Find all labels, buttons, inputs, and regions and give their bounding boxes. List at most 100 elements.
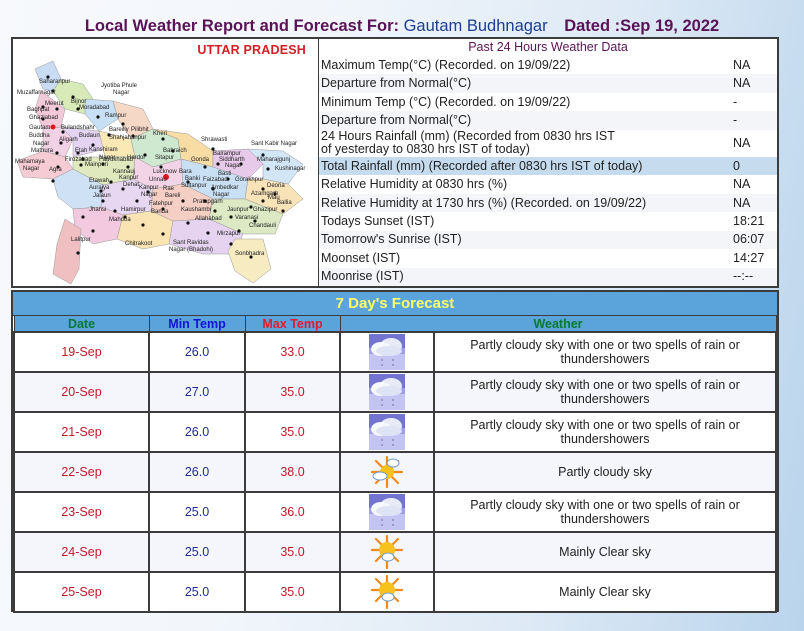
past-row-min-temp: Minimum Temp (°C) (Recorded. on 19/09/22…: [319, 93, 777, 111]
svg-text:Kheri: Kheri: [153, 131, 167, 137]
forecast-weather-icon-cell: [339, 411, 435, 453]
forecast-row: 23-Sep 25.0 36.0 Partly cloudy sky with on…: [13, 491, 777, 533]
row-label: Relative Humidity at 0830 hrs (%): [321, 177, 508, 192]
svg-text:Jalaun: Jalaun: [93, 193, 111, 199]
svg-text:Bulandshahr: Bulandshahr: [61, 125, 95, 131]
title-prefix: Local Weather Report and Forecast For:: [84, 17, 399, 35]
row-label: Departure from Normal(°C): [321, 112, 472, 127]
svg-text:Agra: Agra: [49, 167, 62, 173]
row-label: Relative Humidity at 1730 hrs (%) (Recor…: [321, 195, 647, 210]
svg-text:Mahamaya: Mahamaya: [15, 159, 45, 165]
forecast-min-temp: 26.0: [148, 451, 246, 493]
svg-text:Sonbhadra: Sonbhadra: [235, 251, 265, 257]
svg-text:Bareilly: Bareilly: [109, 127, 129, 133]
svg-text:Sitapur: Sitapur: [155, 155, 174, 161]
svg-text:Rampur: Rampur: [105, 113, 126, 119]
past-row-max-departure: Departure from Normal(°C) NA: [319, 74, 777, 93]
row-label-line2: of yesterday to 0830 hrs IST of today): [321, 142, 530, 157]
svg-text:Etawah: Etawah: [89, 178, 109, 184]
past-24-hours-panel: Past 24 Hours Weather Data Maximum Temp(…: [319, 39, 777, 286]
svg-text:Bareli: Bareli: [165, 193, 180, 199]
forecast-date: 19-Sep: [13, 331, 150, 373]
svg-text:Sant Ravidas: Sant Ravidas: [173, 240, 209, 246]
row-label: Maximum Temp(°C) (Recorded. on 19/09/22): [321, 57, 571, 72]
report-top-panel: Saharanpur Muzaffarnagar Jyotiba Phule Na…: [11, 37, 779, 288]
forecast-date: 24-Sep: [13, 531, 150, 573]
forecast-max-temp: 35.0: [244, 371, 341, 413]
rain-cloud-icon: [341, 373, 433, 411]
svg-text:Rae: Rae: [163, 186, 175, 192]
svg-text:Maharajgunj: Maharajgunj: [257, 157, 290, 163]
forecast-max-temp: 35.0: [244, 531, 341, 573]
svg-text:Gorakhpur: Gorakhpur: [235, 177, 263, 183]
svg-text:Farrukhabad: Farrukhabad: [99, 157, 133, 163]
svg-text:Kanpur: Kanpur: [119, 175, 138, 181]
row-value: NA: [733, 57, 751, 72]
row-label: Moonset (IST): [321, 250, 401, 265]
forecast-date: 23-Sep: [13, 491, 150, 533]
svg-text:Gonda: Gonda: [191, 157, 210, 163]
svg-text:Dehat: Dehat: [123, 182, 139, 188]
forecast-min-temp: 25.0: [148, 491, 246, 533]
svg-text:Lalitpur: Lalitpur: [71, 237, 91, 243]
svg-text:Aligarh: Aligarh: [59, 137, 78, 143]
forecast-row: 24-Sep 25.0 35.0 Mainly Clear sky: [13, 531, 777, 573]
row-label-line1: 24 Hours Rainfall (mm) (Recorded from 08…: [321, 129, 615, 144]
svg-text:Gautam: Gautam: [29, 125, 50, 131]
svg-text:Mirzapur: Mirzapur: [217, 231, 240, 237]
row-value: 14:27: [733, 250, 765, 265]
row-value: 18:21: [733, 213, 765, 228]
past-row-total-rainfall: Total Rainfall (mm) (Recorded after 0830…: [319, 156, 777, 176]
svg-text:Mathura: Mathura: [31, 148, 54, 154]
forecast-weather-icon-cell: [339, 451, 435, 493]
svg-text:Varanasi: Varanasi: [235, 215, 258, 221]
state-map: Saharanpur Muzaffarnagar Jyotiba Phule Na…: [13, 39, 319, 286]
forecast-min-temp: 25.0: [148, 531, 246, 573]
svg-text:Shrawasti: Shrawasti: [201, 137, 227, 143]
row-label: Moonrise (IST): [321, 269, 404, 284]
forecast-weather-icon-cell: [339, 371, 435, 413]
report-date: Dated :Sep 19, 2022: [564, 17, 720, 35]
svg-text:Ambedkar: Ambedkar: [211, 185, 238, 191]
svg-text:Jaunpur: Jaunpur: [227, 207, 249, 213]
forecast-weather-text: Mainly Clear sky: [433, 571, 777, 613]
svg-text:Etah: Etah: [75, 148, 87, 154]
past-row-min-departure: Departure from Normal(°C) -: [319, 111, 777, 130]
svg-text:Nagar: Nagar: [213, 192, 229, 198]
forecast-max-temp: 38.0: [244, 451, 341, 493]
svg-text:Banki: Banki: [185, 176, 200, 182]
forecast-date: 25-Sep: [13, 571, 150, 613]
row-label: 24 Hours Rainfall (mm) (Recorded from 08…: [319, 130, 733, 156]
forecast-weather-icon-cell: [339, 571, 435, 613]
svg-text:Bahraich: Bahraich: [163, 148, 187, 154]
svg-text:Auraiya: Auraiya: [89, 185, 110, 191]
partly-cloudy-icon: [341, 453, 433, 491]
svg-text:Allahabad: Allahabad: [195, 216, 222, 222]
svg-text:Sant Kabir Nagar: Sant Kabir Nagar: [251, 141, 297, 147]
svg-text:Sultanpur: Sultanpur: [181, 183, 207, 189]
svg-text:Lucknow: Lucknow: [153, 169, 177, 175]
row-value: 0: [733, 158, 740, 173]
forecast-row: 21-Sep 26.0 35.0 Partly cloudy sky with on…: [13, 411, 777, 453]
svg-text:Pilibhit: Pilibhit: [131, 127, 149, 133]
row-value: NA: [733, 135, 751, 150]
uttar-pradesh-map-icon: Saharanpur Muzaffarnagar Jyotiba PhuleNa…: [15, 60, 305, 285]
svg-text:Ghaziabad: Ghaziabad: [29, 115, 58, 121]
past-row-moonset: Moonset (IST) 14:27: [319, 249, 777, 267]
svg-text:Hamirpur: Hamirpur: [121, 207, 146, 213]
rain-cloud-icon: [341, 413, 433, 451]
row-value: NA: [733, 76, 751, 91]
forecast-max-temp: 33.0: [244, 331, 341, 373]
location-name: Gautam Budhnagar: [403, 17, 548, 35]
row-label: Tomorrow's Sunrise (IST): [321, 232, 462, 247]
svg-text:Unnao: Unnao: [149, 177, 167, 183]
forecast-row: 22-Sep 26.0 38.0 Partly cloudy sky: [13, 451, 777, 493]
forecast-weather-text: Partly cloudy sky with one or two spells…: [433, 331, 777, 373]
svg-text:Deoria: Deoria: [267, 183, 285, 189]
svg-text:Fatehpur: Fatehpur: [149, 201, 173, 207]
forecast-min-temp: 25.0: [148, 571, 246, 613]
forecast-title: 7 Day's Forecast: [13, 292, 777, 316]
svg-text:Nagar: Nagar: [113, 90, 129, 96]
svg-text:Kanpur: Kanpur: [139, 185, 158, 191]
mainly-clear-icon: [341, 573, 433, 611]
